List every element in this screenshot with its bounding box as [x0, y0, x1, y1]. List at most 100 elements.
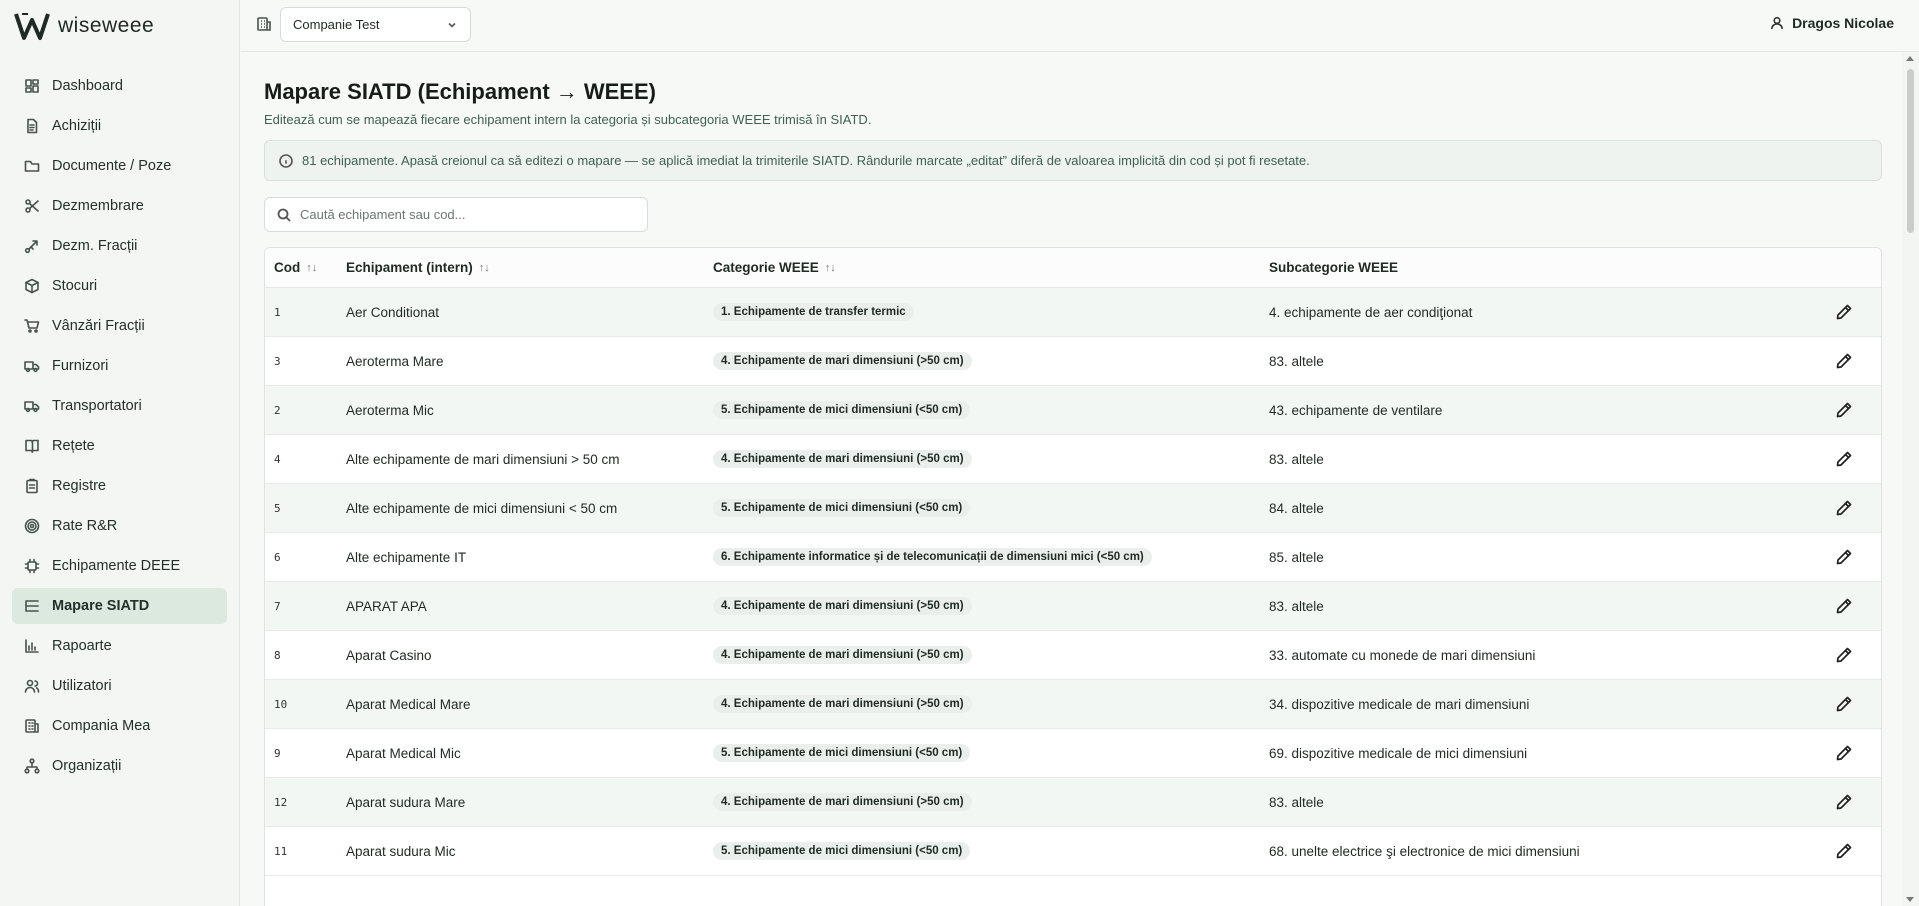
- header-equipment[interactable]: Echipament (intern) ↑↓: [346, 260, 713, 275]
- search-icon: [277, 208, 291, 222]
- split-icon: [24, 240, 38, 254]
- cell-subcategory: 83. altele: [1269, 353, 1324, 369]
- sidebar-item-transportatori[interactable]: Transportatori: [12, 388, 227, 424]
- sidebar-item-registre[interactable]: Registre: [12, 468, 227, 504]
- user-menu[interactable]: Dragos Nicolae: [1770, 15, 1894, 31]
- scroll-up-arrow[interactable]: [1906, 56, 1914, 61]
- search-input[interactable]: [300, 207, 620, 222]
- pencil-icon[interactable]: [1835, 695, 1853, 713]
- pencil-icon[interactable]: [1835, 401, 1853, 419]
- sidebar-item-compania-mea[interactable]: Compania Mea: [12, 708, 227, 744]
- truck-icon: [24, 361, 40, 373]
- logo[interactable]: wiseweee: [0, 0, 239, 52]
- category-badge: 4. Echipamente de mari dimensiuni (>50 c…: [713, 352, 972, 370]
- sidebar-item-label: Compania Mea: [52, 718, 151, 734]
- sidebar-item-documente-poze[interactable]: Documente / Poze: [12, 148, 227, 184]
- header-subcategory: Subcategorie WEEE: [1269, 260, 1399, 275]
- header-equipment-label: Echipament (intern): [346, 260, 473, 275]
- sidebar: wiseweee Dashboard Achiziții Documente / P…: [0, 0, 240, 906]
- brand-name: wiseweee: [58, 14, 155, 37]
- pencil-icon[interactable]: [1835, 646, 1853, 664]
- sidebar-item-label: Registre: [52, 478, 106, 494]
- category-badge: 5. Echipamente de mici dimensiuni (<50 c…: [713, 499, 971, 517]
- pencil-icon[interactable]: [1835, 842, 1853, 860]
- pencil-icon[interactable]: [1835, 597, 1853, 615]
- scroll-thumb[interactable]: [1907, 69, 1914, 233]
- cell-cod: 3: [274, 354, 281, 368]
- sidebar-item-label: Dezm. Fracții: [52, 238, 138, 254]
- user-name: Dragos Nicolae: [1792, 15, 1894, 31]
- sidebar-item-organiza-ii[interactable]: Organizații: [12, 748, 227, 784]
- table-row: 6 Alte echipamente IT 6. Echipamente infor…: [265, 533, 1881, 582]
- cell-subcategory: 33. automate cu monede de mari dimensiun…: [1269, 647, 1536, 663]
- box-icon: [25, 278, 39, 294]
- table-row: 7 APARAT APA 4. Echipamente de mari dimens…: [265, 582, 1881, 631]
- folder-icon: [24, 160, 40, 172]
- sidebar-item-re-ete[interactable]: Rețete: [12, 428, 227, 464]
- cell-subcategory: 83. altele: [1269, 598, 1324, 614]
- sidebar-item-rapoarte[interactable]: Rapoarte: [12, 628, 227, 664]
- pencil-icon[interactable]: [1835, 744, 1853, 762]
- sort-icon: ↑↓: [824, 261, 836, 274]
- cell-cod: 7: [274, 599, 281, 613]
- sidebar-item-label: Furnizori: [52, 358, 109, 374]
- category-badge: 6. Echipamente informatice și de telecom…: [713, 548, 1152, 566]
- bar-chart-icon: [25, 639, 39, 653]
- category-badge: 5. Echipamente de mici dimensiuni (<50 c…: [713, 744, 971, 762]
- clipboard-icon: [26, 478, 38, 494]
- building-icon: [25, 719, 39, 733]
- table-row: 11 Aparat sudura Mic 5. Echipamente de mic…: [265, 827, 1881, 876]
- info-banner: 81 echipamente. Apasă creionul ca să edi…: [264, 140, 1882, 181]
- cell-cod: 4: [274, 452, 281, 466]
- target-icon: [24, 518, 40, 534]
- sidebar-item-v-nz-ri-frac-ii[interactable]: Vânzări Fracții: [12, 308, 227, 344]
- pencil-icon[interactable]: [1835, 352, 1853, 370]
- pencil-icon[interactable]: [1835, 450, 1853, 468]
- sidebar-item-label: Utilizatori: [52, 678, 112, 694]
- sidebar-item-label: Rețete: [52, 438, 95, 454]
- sidebar-item-dezm-frac-ii[interactable]: Dezm. Fracții: [12, 228, 227, 264]
- sidebar-item-furnizori[interactable]: Furnizori: [12, 348, 227, 384]
- sidebar-item-utilizatori[interactable]: Utilizatori: [12, 668, 227, 704]
- sidebar-item-label: Dezmembrare: [52, 198, 144, 214]
- cart-icon: [24, 319, 40, 333]
- sidebar-item-rate-r-r[interactable]: Rate R&R: [12, 508, 227, 544]
- scroll-down-arrow[interactable]: [1906, 897, 1914, 902]
- cell-cod: 11: [274, 844, 288, 858]
- category-badge: 4. Echipamente de mari dimensiuni (>50 c…: [713, 450, 972, 468]
- user-icon: [1771, 16, 1784, 30]
- header-cod[interactable]: Cod ↑↓: [265, 260, 346, 275]
- pencil-icon[interactable]: [1835, 548, 1853, 566]
- company-select-value: Companie Test: [293, 17, 380, 32]
- pencil-icon[interactable]: [1835, 303, 1853, 321]
- table-row: 1 Aer Conditionat 1. Echipamente de transf…: [265, 288, 1881, 337]
- sidebar-item-echipamente-deee[interactable]: Echipamente DEEE: [12, 548, 227, 584]
- info-text: 81 echipamente. Apasă creionul ca să edi…: [302, 153, 1310, 168]
- sidebar-item-mapare-siatd[interactable]: Mapare SIATD: [12, 588, 227, 624]
- table-row: 2 Aeroterma Mic 5. Echipamente de mici dim…: [265, 386, 1881, 435]
- cell-equipment: Aparat sudura Mare: [346, 794, 466, 810]
- header-category[interactable]: Categorie WEEE ↑↓: [713, 260, 1269, 275]
- table-row: 8 Aparat Casino 4. Echipamente de mari dim…: [265, 631, 1881, 680]
- sidebar-item-dezmembrare[interactable]: Dezmembrare: [12, 188, 227, 224]
- sidebar-item-stocuri[interactable]: Stocuri: [12, 268, 227, 304]
- header-category-label: Categorie WEEE: [713, 260, 819, 275]
- cell-equipment: Aparat Casino: [346, 647, 432, 663]
- category-badge: 4. Echipamente de mari dimensiuni (>50 c…: [713, 695, 972, 713]
- sidebar-item-achizi-ii[interactable]: Achiziții: [12, 108, 227, 144]
- sidebar-item-label: Mapare SIATD: [52, 598, 150, 614]
- search-box[interactable]: [264, 197, 648, 232]
- sidebar-item-label: Stocuri: [52, 278, 98, 294]
- building-icon: [257, 17, 271, 31]
- company-select[interactable]: Companie Test: [280, 7, 471, 42]
- sidebar-item-label: Echipamente DEEE: [52, 558, 181, 574]
- cell-equipment: Aeroterma Mic: [346, 402, 434, 418]
- category-badge: 4. Echipamente de mari dimensiuni (>50 c…: [713, 646, 972, 664]
- page-scrollbar[interactable]: [1902, 52, 1919, 906]
- category-badge: 4. Echipamente de mari dimensiuni (>50 c…: [713, 793, 972, 811]
- chip-icon: [24, 558, 40, 574]
- sidebar-item-dashboard[interactable]: Dashboard: [12, 68, 227, 104]
- pencil-icon[interactable]: [1835, 793, 1853, 811]
- chevron-down-icon: [448, 22, 456, 28]
- pencil-icon[interactable]: [1835, 499, 1853, 517]
